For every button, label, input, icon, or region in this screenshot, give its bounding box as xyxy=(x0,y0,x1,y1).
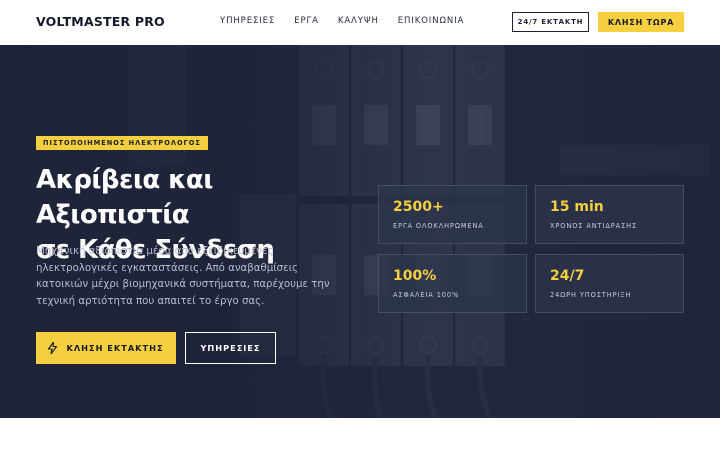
stat-card-response-time: 15 min ΧΡΟΝΟΣ ΑΝΤΙΔΡΑΣΗΣ xyxy=(535,185,684,244)
nav-link-services[interactable]: ΥΠΗΡΕΣΙΕΣ xyxy=(220,16,275,26)
nav-link-contact[interactable]: ΕΠΙΚΟΙΝΩΝΙΑ xyxy=(398,16,464,26)
nav-link-coverage[interactable]: ΚΑΛΥΨΗ xyxy=(338,16,379,26)
site-header: VOLTMASTER PRO ΥΠΗΡΕΣΙΕΣ ΕΡΓΑ ΚΑΛΥΨΗ ΕΠΙ… xyxy=(0,0,720,45)
call-now-button[interactable]: ΚΛΗΣΗ ΤΩΡΑ xyxy=(598,12,684,32)
lightning-bolt-icon xyxy=(48,342,58,354)
nav-link-projects[interactable]: ΕΡΓΑ xyxy=(294,16,319,26)
emergency-call-label: ΚΛΗΣΗ ΕΚΤΑΚΤΗΣ xyxy=(66,343,164,353)
stat-value: 24/7 xyxy=(550,268,585,284)
main-nav: ΥΠΗΡΕΣΙΕΣ ΕΡΓΑ ΚΑΛΥΨΗ ΕΠΙΚΟΙΝΩΝΙΑ xyxy=(220,16,483,26)
hero-description: Μηχανική αξιοπιστία μέσα από εξειδικευμέ… xyxy=(36,246,330,307)
next-section xyxy=(0,418,720,450)
stat-card-safety: 100% ΑΣΦΑΛΕΙΑ 100% xyxy=(378,254,527,313)
services-button[interactable]: ΥΠΗΡΕΣΙΕΣ xyxy=(185,332,276,364)
stat-value: 100% xyxy=(393,268,437,284)
stat-value: 15 min xyxy=(550,199,604,215)
stat-card-projects: 2500+ ΕΡΓΑ ΟΛΟΚΛΗΡΩΜΕΝΑ xyxy=(378,185,527,244)
stat-card-support: 24/7 24ΩΡΗ ΥΠΟΣΤΗΡΙΞΗ xyxy=(535,254,684,313)
brand-logo[interactable]: VOLTMASTER PRO xyxy=(36,14,165,29)
emergency-call-button[interactable]: ΚΛΗΣΗ ΕΚΤΑΚΤΗΣ xyxy=(36,332,176,364)
emergency-button[interactable]: 24/7 ΕΚΤΑΚΤΗ xyxy=(512,12,589,32)
stat-value: 2500+ xyxy=(393,199,444,215)
stat-label: ΑΣΦΑΛΕΙΑ 100% xyxy=(393,291,460,299)
stat-label: ΧΡΟΝΟΣ ΑΝΤΙΔΡΑΣΗΣ xyxy=(550,222,638,230)
stat-label: ΕΡΓΑ ΟΛΟΚΛΗΡΩΜΕΝΑ xyxy=(393,222,484,230)
hero-section: ΠΙΣΤΟΠΟΙΗΜΕΝΟΣ ΗΛΕΚΤΡΟΛΟΓΟΣ Ακρίβεια και… xyxy=(0,45,720,418)
stat-label: 24ΩΡΗ ΥΠΟΣΤΗΡΙΞΗ xyxy=(550,291,632,299)
hero-title-line1: Ακρίβεια και Αξιοπιστία xyxy=(36,165,213,230)
certified-badge: ΠΙΣΤΟΠΟΙΗΜΕΝΟΣ ΗΛΕΚΤΡΟΛΟΓΟΣ xyxy=(36,136,208,150)
